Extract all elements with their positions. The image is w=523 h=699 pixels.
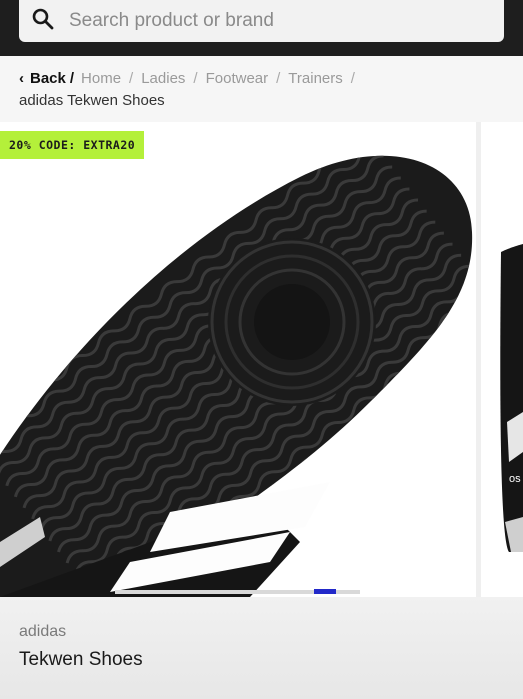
top-bar: [0, 0, 523, 56]
product-name: Tekwen Shoes: [19, 649, 143, 670]
search-icon[interactable]: [31, 7, 55, 36]
image-gallery[interactable]: 20% CODE: EXTRA20 os: [0, 122, 523, 597]
carousel-indicator-active[interactable]: [314, 589, 336, 594]
product-info: adidas Tekwen Shoes: [0, 597, 523, 699]
breadcrumb-footwear[interactable]: Footwear: [206, 70, 269, 87]
breadcrumb: ‹ Back / Home / Ladies / Footwear / Trai…: [0, 56, 523, 122]
shoe-sole-image: [0, 155, 473, 597]
back-link[interactable]: ‹ Back: [19, 70, 66, 87]
next-product-image[interactable]: os: [481, 122, 523, 597]
breadcrumb-separator: /: [69, 70, 75, 87]
breadcrumb-trainers[interactable]: Trainers: [288, 70, 342, 87]
chevron-left-icon: ‹: [19, 70, 24, 87]
search-input[interactable]: [67, 9, 471, 33]
product-brand[interactable]: adidas: [19, 623, 66, 641]
breadcrumb-separator: /: [276, 70, 281, 87]
shoe-side-image: os: [500, 244, 523, 552]
promo-badge: 20% CODE: EXTRA20: [0, 131, 145, 159]
breadcrumb-home[interactable]: Home: [81, 70, 121, 87]
breadcrumb-current: adidas Tekwen Shoes: [19, 92, 165, 109]
breadcrumb-separator: /: [350, 70, 355, 87]
breadcrumb-separator: /: [129, 70, 134, 87]
back-label: Back: [30, 70, 66, 87]
product-image[interactable]: 20% CODE: EXTRA20: [0, 122, 476, 597]
search-bar[interactable]: [19, 0, 504, 42]
breadcrumb-ladies[interactable]: Ladies: [141, 70, 185, 87]
breadcrumb-separator: /: [193, 70, 198, 87]
svg-text:os: os: [509, 473, 521, 485]
